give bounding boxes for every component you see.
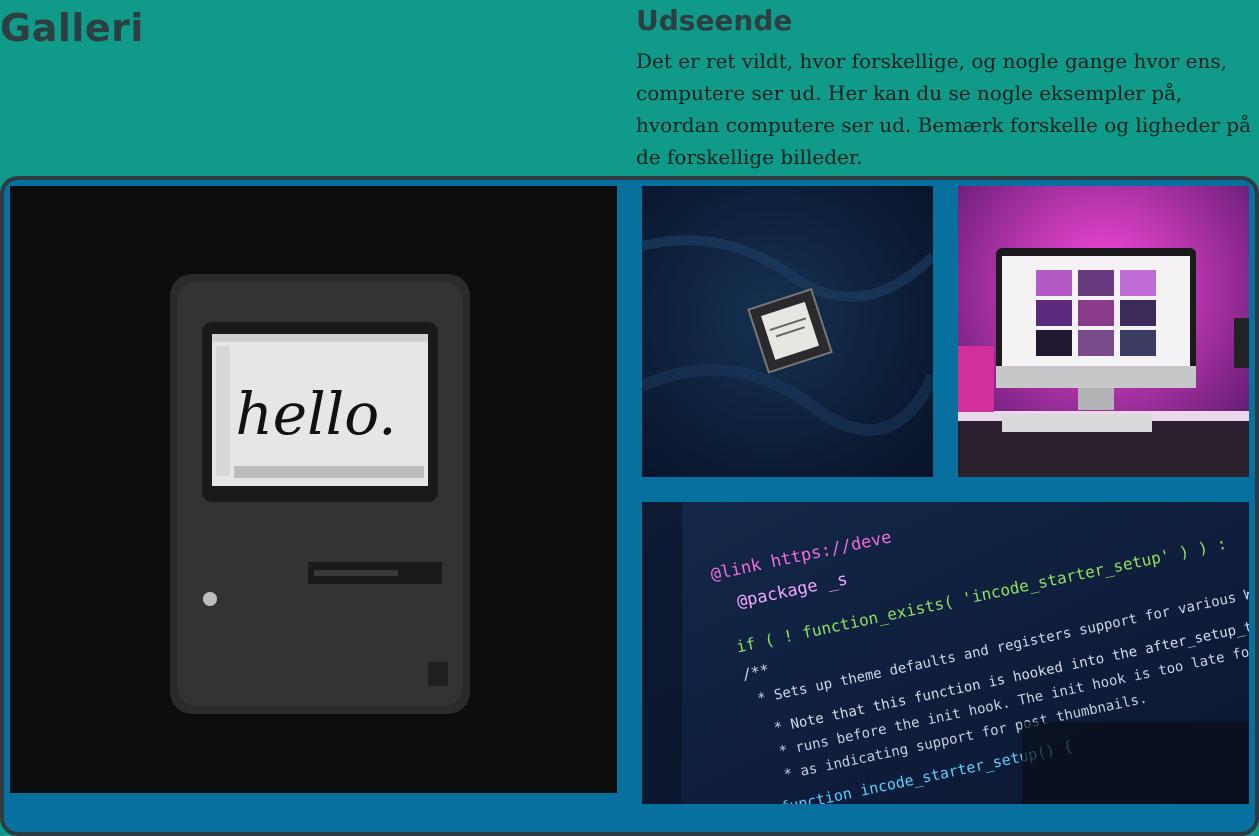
page-title: Galleri — [0, 6, 144, 50]
image-gallery: hello. @link https://deve @package _s if… — [0, 176, 1259, 836]
retro-mac-hello-photo[interactable]: hello. — [10, 186, 617, 793]
code-screen-photo[interactable]: @link https://deve @package _s if ( ! fu… — [642, 502, 1249, 804]
imac-pink-light-photo[interactable] — [958, 186, 1249, 477]
section-text: Det er ret vildt, hvor forskellige, og n… — [636, 49, 1252, 169]
section-heading: Udseende — [636, 4, 793, 37]
appearance-section: Udseende Det er ret vildt, hvor forskell… — [636, 4, 1259, 173]
hello-screen-text: hello. — [235, 380, 396, 448]
cpu-chip-photo[interactable] — [642, 186, 933, 477]
